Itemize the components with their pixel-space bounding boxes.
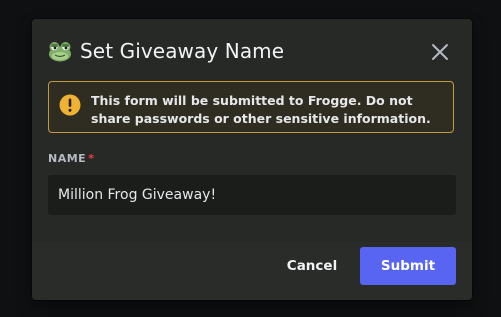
giveaway-name-input[interactable] bbox=[48, 175, 456, 215]
warning-banner: This form will be submitted to Frogge. D… bbox=[48, 81, 454, 133]
frog-avatar-icon bbox=[49, 42, 71, 62]
cancel-button[interactable]: Cancel bbox=[277, 247, 347, 285]
warning-text: This form will be submitted to Frogge. D… bbox=[91, 93, 431, 126]
modal-header: Set Giveaway Name bbox=[48, 38, 284, 64]
required-marker: * bbox=[88, 152, 95, 165]
submit-button[interactable]: Submit bbox=[360, 247, 456, 285]
modal-title: Set Giveaway Name bbox=[80, 39, 285, 63]
name-label-text: NAME bbox=[48, 152, 87, 165]
warning-icon bbox=[59, 94, 81, 116]
close-button[interactable] bbox=[428, 40, 452, 64]
close-icon bbox=[432, 44, 448, 60]
name-field-label: NAME * bbox=[48, 152, 94, 165]
set-giveaway-name-modal: Set Giveaway Name This form will be subm… bbox=[32, 19, 472, 300]
